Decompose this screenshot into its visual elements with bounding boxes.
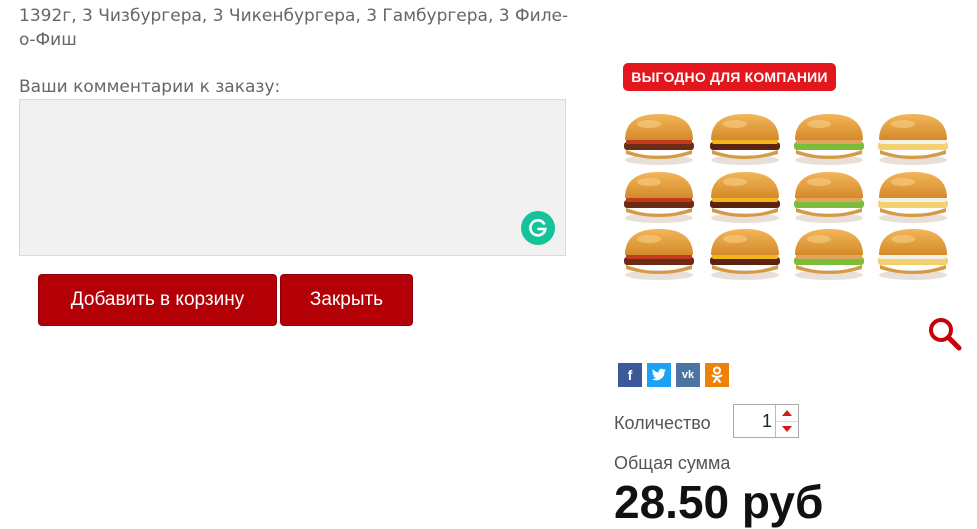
grammarly-icon[interactable] [521, 211, 555, 245]
comments-textarea[interactable] [19, 99, 566, 256]
comments-label: Ваши комментарии к заказу: [19, 77, 281, 97]
decrement-arrow-icon[interactable] [776, 421, 798, 437]
vk-icon[interactable]: vk [676, 363, 700, 387]
burger-illustration [878, 172, 948, 223]
total-price: 28.50 руб [614, 476, 824, 528]
burger-illustration [794, 114, 864, 165]
zoom-icon[interactable] [927, 316, 963, 352]
share-buttons: f vk [618, 363, 729, 387]
burger-illustration [710, 114, 780, 165]
burger-illustration [878, 114, 948, 165]
total-label: Общая сумма [614, 453, 731, 473]
burger-illustration [794, 229, 864, 280]
burger-illustration [710, 229, 780, 280]
add-to-cart-button[interactable]: Добавить в корзину [38, 274, 277, 326]
odnoklassniki-icon[interactable] [705, 363, 729, 387]
facebook-icon[interactable]: f [618, 363, 642, 387]
burgers-picture [624, 114, 948, 280]
burger-illustration [710, 172, 780, 223]
burger-illustration [878, 229, 948, 280]
quantity-spinner [775, 405, 798, 437]
burger-illustration [794, 172, 864, 223]
burger-illustration [624, 172, 694, 223]
increment-arrow-icon[interactable] [776, 405, 798, 422]
quantity-stepper[interactable]: 1 [733, 404, 799, 438]
quantity-label: Количество [614, 413, 711, 433]
burger-illustration [624, 229, 694, 280]
quantity-value[interactable]: 1 [762, 411, 772, 432]
product-description: 1392г, 3 Чизбургера, 3 Чикенбургера, 3 Г… [19, 6, 569, 50]
close-button[interactable]: Закрыть [280, 274, 413, 326]
product-image: ВЫГОДНО ДЛЯ КОМПАНИИ [612, 0, 962, 345]
burger-illustration [624, 114, 694, 165]
twitter-icon[interactable] [647, 363, 671, 387]
